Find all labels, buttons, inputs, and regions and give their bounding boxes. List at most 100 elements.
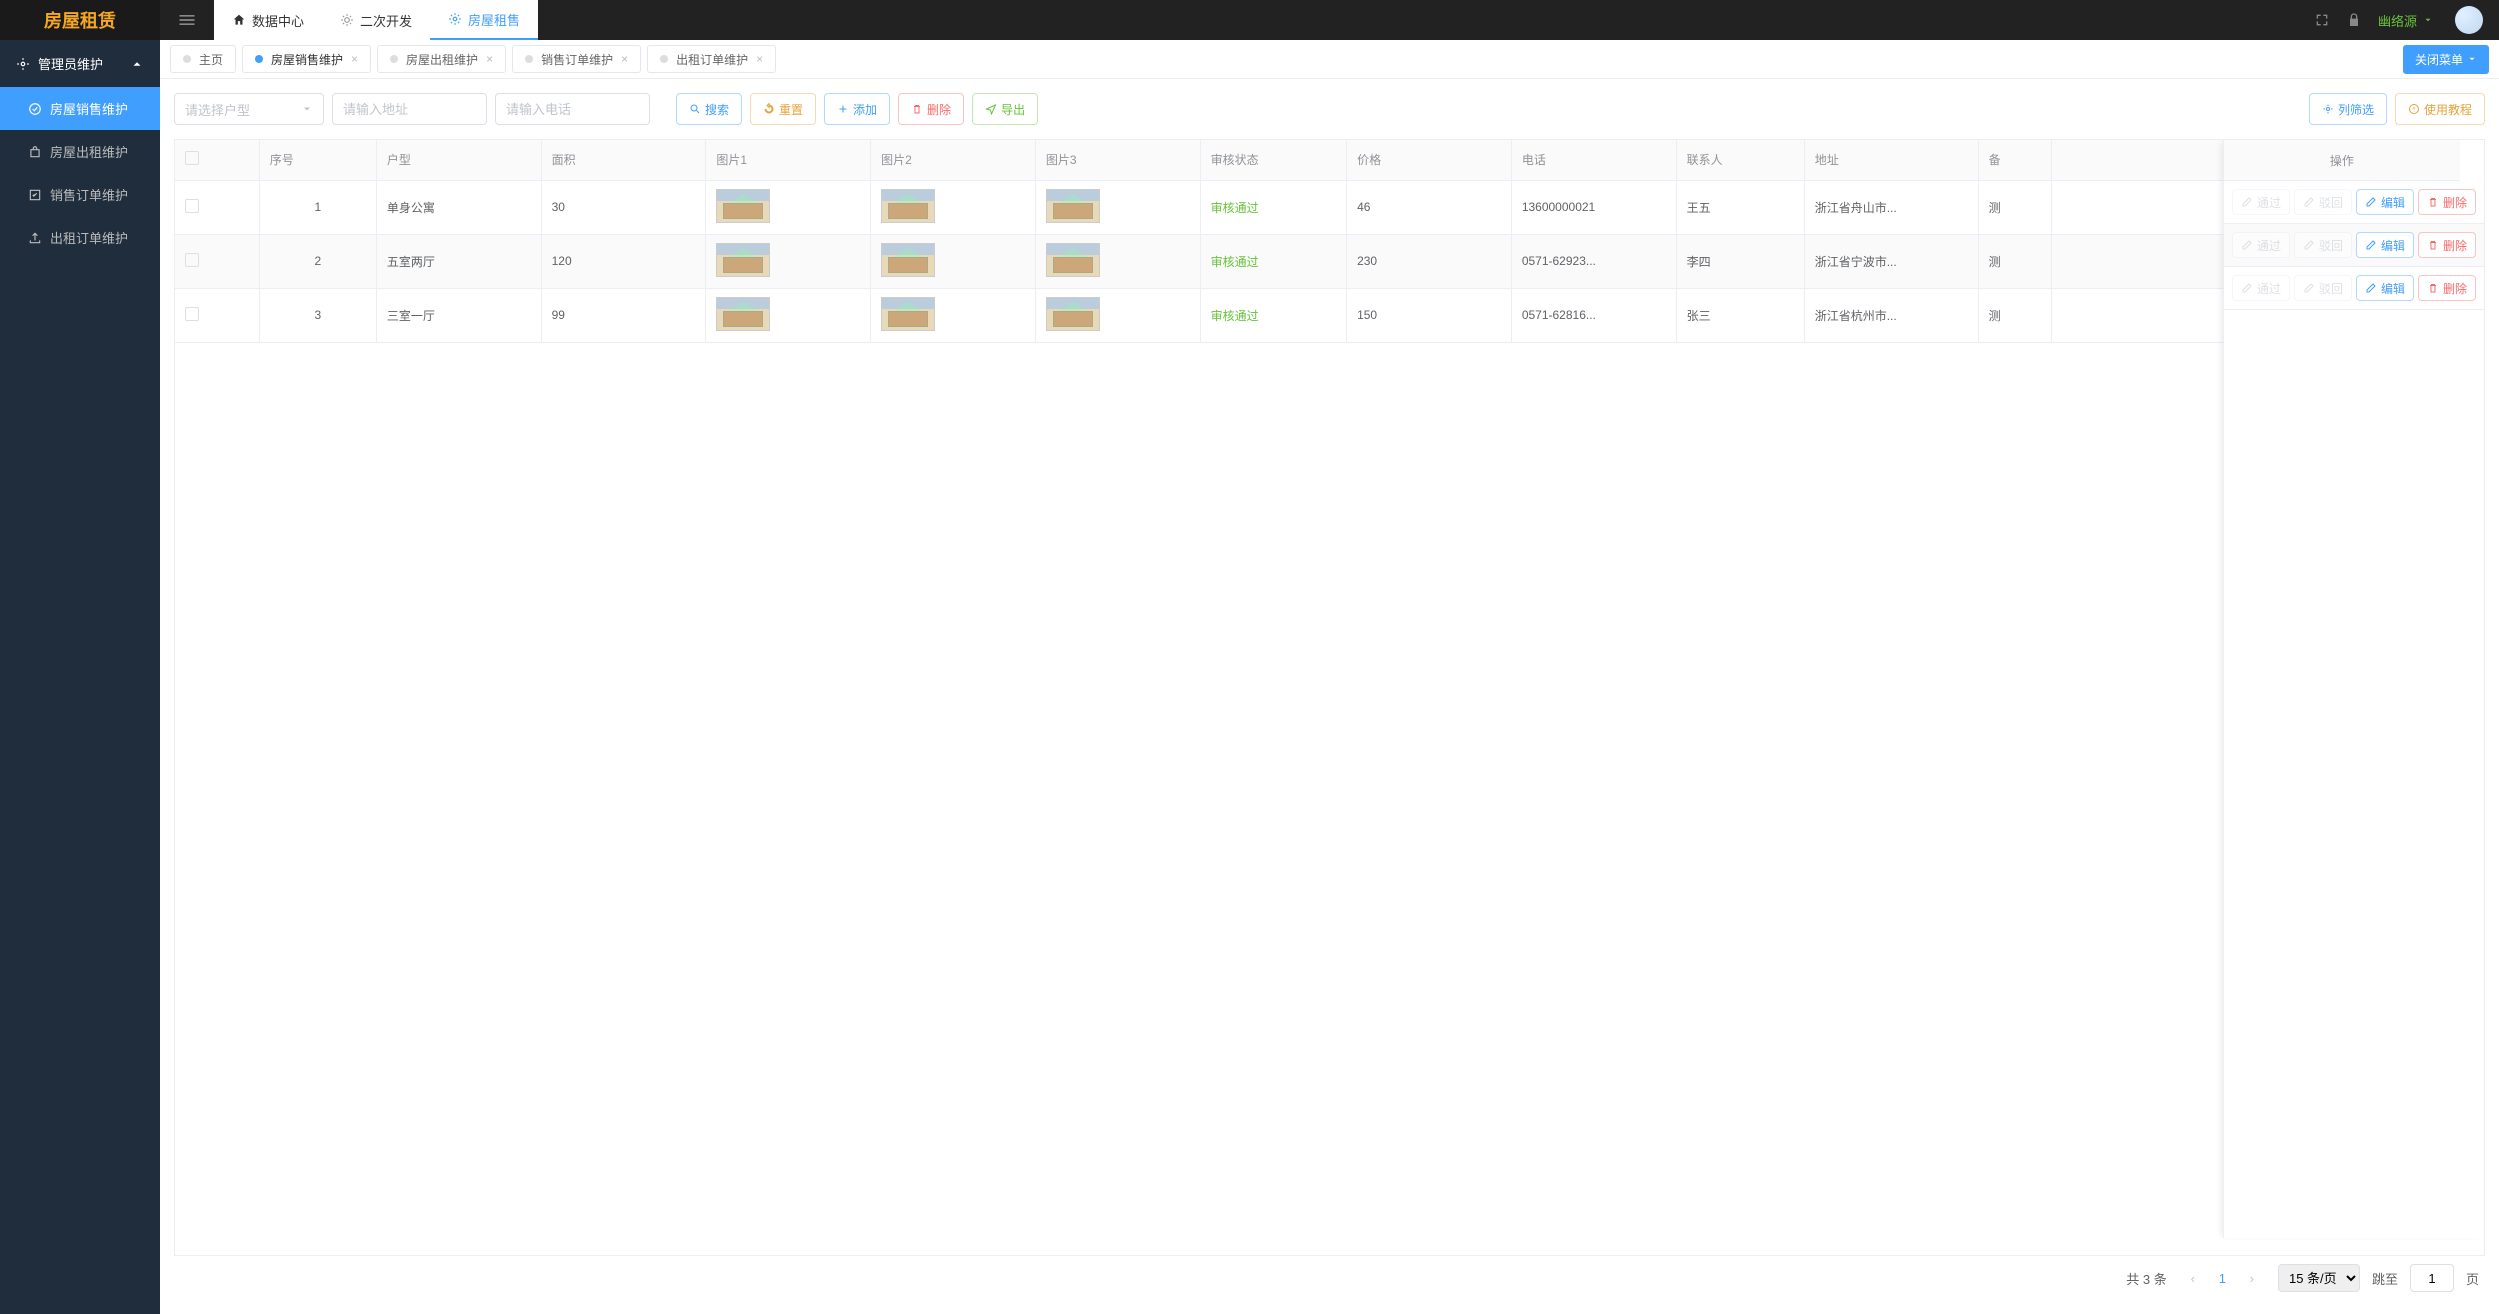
row-checkbox[interactable] [185,307,199,321]
row-delete-button[interactable]: 删除 [2418,189,2476,215]
close-menu-button[interactable]: 关闭菜单 [2403,45,2489,74]
col-remark: 备 [1978,140,2051,180]
export-button[interactable]: 导出 [972,93,1038,125]
page-tabs-row: 主页 房屋销售维护× 房屋出租维护 × 销售订单维护× 出租订单维护× 关闭菜单 [160,40,2499,79]
cell-addr: 浙江省舟山市... [1804,180,1978,234]
thumbnail-image[interactable] [716,297,770,331]
thumbnail-image[interactable] [716,189,770,223]
chevron-down-icon [2423,15,2433,25]
phone-input[interactable] [495,93,650,125]
close-icon[interactable]: × [621,52,628,66]
approve-button[interactable]: 通过 [2232,232,2290,258]
reject-button[interactable]: 驳回 [2294,189,2352,215]
row-checkbox[interactable] [185,253,199,267]
thumbnail-image[interactable] [881,189,935,223]
row-delete-button[interactable]: 删除 [2418,275,2476,301]
close-icon[interactable]: × [756,52,763,66]
table-scroll-region[interactable]: 序号 户型 面积 图片1 图片2 图片3 审核状态 价格 电话 联系人 [175,140,2484,1255]
sidebar-item-sales-order[interactable]: 销售订单维护 [0,173,160,216]
edit-button[interactable]: 编辑 [2356,189,2414,215]
sidebar-toggle[interactable] [160,0,214,40]
pagination-jump-input[interactable] [2410,1264,2454,1292]
table-row: 1单身公寓30审核通过4613600000021王五浙江省舟山市...测 [175,180,2484,234]
reject-button[interactable]: 驳回 [2294,232,2352,258]
edit-icon [2365,282,2377,294]
edit-icon [2241,282,2253,294]
pagination-current[interactable]: 1 [2219,1271,2226,1286]
col-img1: 图片1 [706,140,871,180]
top-tab-housing[interactable]: 房屋租售 [430,0,538,40]
edit-button[interactable]: 编辑 [2356,275,2414,301]
action-cell: 通过驳回编辑删除 [2224,224,2484,267]
sidebar-item-label: 出租订单维护 [50,228,128,247]
cell-addr: 浙江省宁波市... [1804,234,1978,288]
edit-button[interactable]: 编辑 [2356,232,2414,258]
avatar[interactable] [2455,6,2483,34]
thumbnail-image[interactable] [881,297,935,331]
cell-contact: 张三 [1676,288,1804,342]
top-tab-label: 二次开发 [360,11,412,30]
cell-area: 30 [541,180,706,234]
sidebar-item-rent-order[interactable]: 出租订单维护 [0,216,160,259]
thumbnail-image[interactable] [1046,189,1100,223]
page-tab-sales-order[interactable]: 销售订单维护× [512,45,641,73]
fullscreen-icon[interactable] [2314,12,2330,28]
reject-button[interactable]: 驳回 [2294,275,2352,301]
edit-icon [2241,196,2253,208]
pagination-next[interactable]: › [2238,1264,2266,1292]
top-navbar: 房屋租赁 数据中心 二次开发 房屋租售 幽络源 [0,0,2499,40]
thumbnail-image[interactable] [1046,297,1100,331]
top-tab-data-center[interactable]: 数据中心 [214,0,322,40]
lock-icon[interactable] [2346,12,2362,28]
approve-button[interactable]: 通过 [2232,275,2290,301]
info-icon [2408,103,2420,115]
add-button[interactable]: 添加 [824,93,890,125]
row-checkbox[interactable] [185,199,199,213]
thumbnail-image[interactable] [881,243,935,277]
help-button[interactable]: 使用教程 [2395,93,2485,125]
chevron-down-icon [2467,54,2477,64]
tab-dot-icon [660,55,668,63]
page-tab-rent[interactable]: 房屋出租维护 × [377,45,506,73]
button-label: 删除 [927,101,951,118]
thumbnail-image[interactable] [1046,243,1100,277]
cell-remark: 测 [1978,234,2051,288]
page-tab-rent-order[interactable]: 出租订单维护× [647,45,776,73]
page-tab-home[interactable]: 主页 [170,45,236,73]
tab-dot-icon [183,55,191,63]
edit-icon [2303,239,2315,251]
sidebar-item-rent[interactable]: 房屋出租维护 [0,130,160,173]
page-tab-label: 主页 [199,51,223,68]
col-type: 户型 [376,140,541,180]
cell-addr: 浙江省杭州市... [1804,288,1978,342]
data-table: 序号 户型 面积 图片1 图片2 图片3 审核状态 价格 电话 联系人 [174,139,2485,1256]
sidebar-group-label: 管理员维护 [38,54,103,73]
select-all-checkbox[interactable] [185,151,199,165]
sidebar-group-admin[interactable]: 管理员维护 [0,40,160,87]
user-menu[interactable]: 幽络源 [2378,11,2433,30]
thumbnail-image[interactable] [716,243,770,277]
sidebar-item-sales[interactable]: 房屋销售维护 [0,87,160,130]
col-contact: 联系人 [1676,140,1804,180]
cell-phone: 13600000021 [1511,180,1676,234]
search-button[interactable]: 搜索 [676,93,742,125]
table-header-row: 序号 户型 面积 图片1 图片2 图片3 审核状态 价格 电话 联系人 [175,140,2484,180]
page-tab-sales[interactable]: 房屋销售维护× [242,45,371,73]
row-delete-button[interactable]: 删除 [2418,232,2476,258]
top-tab-dev[interactable]: 二次开发 [322,0,430,40]
pagination-prev[interactable]: ‹ [2179,1264,2207,1292]
type-select[interactable]: 请选择户型 [174,93,324,125]
delete-button[interactable]: 删除 [898,93,964,125]
export-icon [985,103,997,115]
close-icon[interactable]: × [351,52,358,66]
approve-button[interactable]: 通过 [2232,189,2290,215]
column-filter-button[interactable]: 列筛选 [2309,93,2387,125]
pagination-size-select[interactable]: 15 条/页 [2278,1264,2360,1292]
cell-contact: 李四 [1676,234,1804,288]
close-icon[interactable]: × [486,52,493,66]
address-input[interactable] [332,93,487,125]
page-tab-label: 房屋出租维护 [406,51,478,68]
chevron-down-icon [301,103,313,115]
reset-button[interactable]: 重置 [750,93,816,125]
cell-type: 五室两厅 [376,234,541,288]
